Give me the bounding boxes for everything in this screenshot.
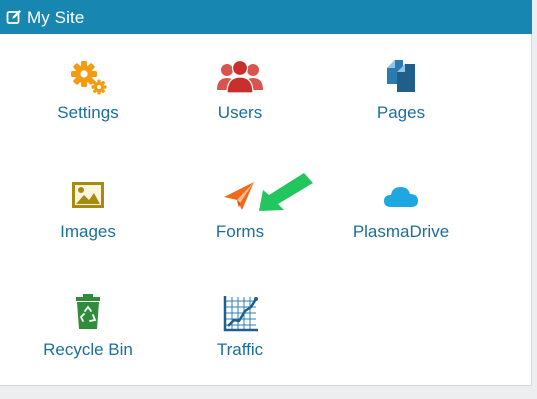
tile-label: Recycle Bin	[43, 340, 133, 359]
paper-plane-icon	[220, 177, 260, 217]
page-title: My Site	[27, 7, 85, 27]
green-arrow-icon	[258, 171, 316, 213]
tile-label: Settings	[57, 103, 119, 122]
tile-label: Pages	[376, 103, 426, 122]
tile-label: Forms	[215, 222, 265, 241]
tile-traffic[interactable]: Traffic	[152, 281, 328, 399]
edit-icon[interactable]	[6, 9, 22, 25]
panel-header: My Site	[0, 0, 532, 34]
tile-images[interactable]: Images	[0, 163, 176, 281]
tile-label: Users	[217, 103, 263, 122]
tile-recycle-bin[interactable]: Recycle Bin	[0, 281, 176, 399]
recycle-bin-icon	[68, 293, 108, 333]
tile-label: PlasmaDrive	[352, 222, 450, 241]
gears-icon	[68, 58, 108, 98]
cloud-icon	[381, 177, 421, 217]
tile-pages[interactable]: Pages	[313, 44, 489, 162]
traffic-chart-icon	[220, 293, 260, 333]
tile-users[interactable]: Users	[152, 44, 328, 162]
tile-plasmadrive[interactable]: PlasmaDrive	[313, 163, 489, 281]
tile-label: Traffic	[216, 340, 264, 359]
my-site-panel: My Site Settings Users Pages Images Form…	[0, 0, 532, 386]
pages-icon	[381, 58, 421, 98]
tile-settings[interactable]: Settings	[0, 44, 176, 162]
tile-label: Images	[60, 222, 116, 241]
image-icon	[68, 177, 108, 217]
users-icon	[215, 58, 265, 98]
